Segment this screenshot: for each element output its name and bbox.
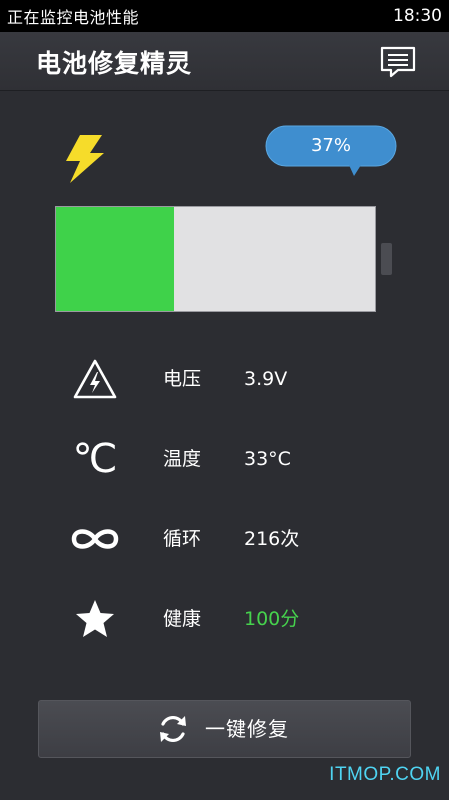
stat-value: 100分 bbox=[244, 608, 300, 630]
status-message: 正在监控电池性能 bbox=[7, 8, 140, 27]
voltage-warning-icon bbox=[64, 349, 126, 409]
stat-value: 3.9V bbox=[244, 368, 288, 390]
status-time: 18:30 bbox=[393, 6, 442, 26]
status-bar: 正在监控电池性能 18:30 bbox=[0, 0, 449, 32]
battery-cap bbox=[381, 243, 392, 275]
battery-fill bbox=[56, 207, 175, 311]
stat-label: 循环 bbox=[163, 528, 202, 550]
stat-row-health: 健康 100分 bbox=[0, 589, 449, 649]
celsius-icon: ℃ bbox=[72, 436, 118, 482]
stat-label: 温度 bbox=[163, 448, 202, 470]
stat-label: 健康 bbox=[163, 608, 202, 630]
stat-row-voltage: 电压 3.9V bbox=[0, 349, 449, 409]
app-bar: 电池修复精灵 bbox=[0, 32, 449, 91]
message-icon[interactable] bbox=[378, 44, 418, 80]
infinity-icon bbox=[64, 509, 126, 569]
battery-percent: 37% bbox=[310, 135, 351, 156]
lightning-bolt-icon bbox=[60, 133, 108, 185]
stat-value: 216次 bbox=[244, 528, 300, 550]
star-icon bbox=[64, 589, 126, 649]
stat-value: 33°C bbox=[244, 448, 291, 470]
one-click-repair-button[interactable]: 一键修复 bbox=[38, 700, 411, 758]
watermark: ITMOP.COM bbox=[329, 764, 441, 785]
stat-row-temperature: ℃ 温度 33°C bbox=[0, 429, 449, 489]
refresh-icon bbox=[156, 712, 190, 746]
app-title: 电池修复精灵 bbox=[36, 49, 193, 78]
repair-button-label: 一键修复 bbox=[205, 717, 289, 741]
stat-row-cycles: 循环 216次 bbox=[0, 509, 449, 569]
stat-label: 电压 bbox=[163, 368, 202, 390]
battery-gauge bbox=[55, 206, 376, 312]
